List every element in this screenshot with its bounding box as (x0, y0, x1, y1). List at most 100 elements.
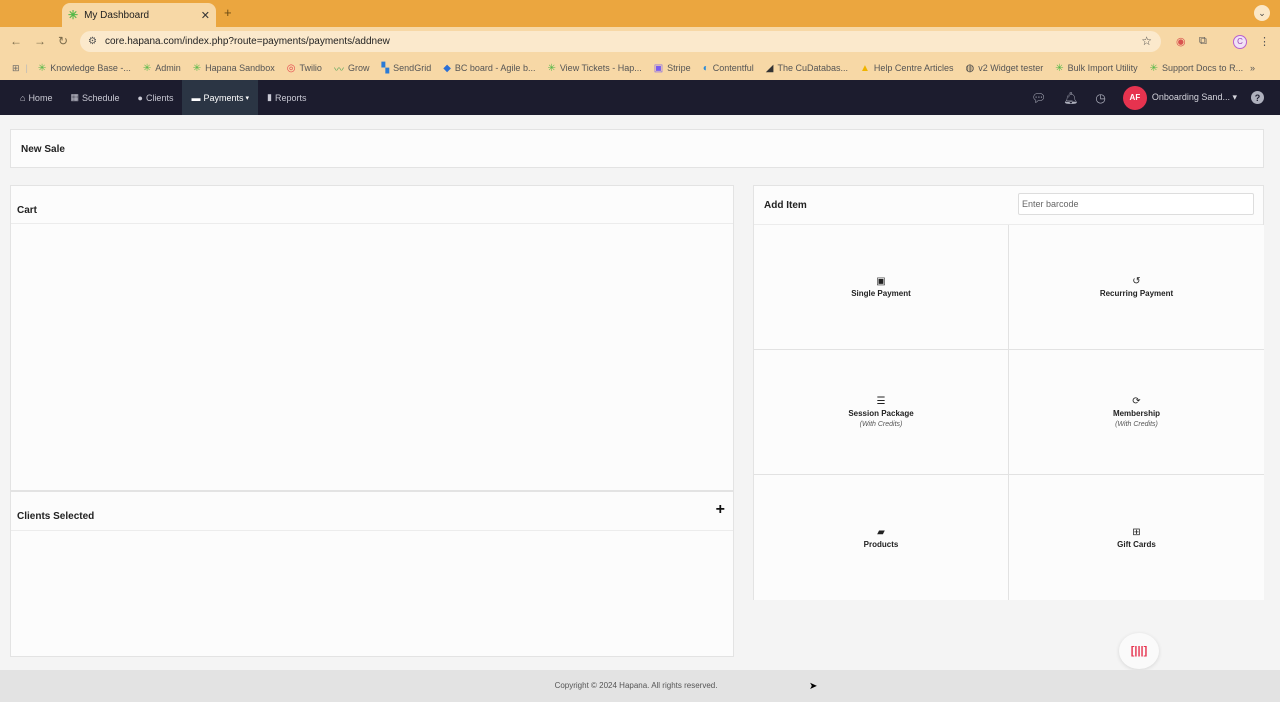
barcode-input[interactable] (1018, 193, 1254, 215)
account-menu[interactable]: Onboarding Sand... ▾ (1152, 92, 1237, 103)
clock-icon[interactable]: ◷ (1095, 91, 1105, 105)
page-title: New Sale (21, 144, 65, 155)
caret-down-icon: ▾ (1232, 92, 1237, 102)
more-bookmarks-button[interactable]: » (1250, 63, 1255, 73)
products-button[interactable]: ▰ Products (754, 475, 1009, 600)
contentful-icon: ◐ (702, 62, 709, 74)
bookmark-star-icon[interactable]: ☆ (1141, 34, 1152, 48)
kebab-menu-icon[interactable]: ⋮ (1259, 35, 1270, 48)
nav-reports[interactable]: ▮ Reports (258, 80, 315, 115)
add-client-icon[interactable]: + (716, 501, 725, 519)
hapana-favicon-icon: ✳ (68, 8, 79, 22)
bookmark-label: The CuDatabas... (777, 63, 849, 73)
help-icon[interactable]: ? (1251, 91, 1264, 104)
back-icon[interactable]: ← (10, 34, 22, 48)
bookmark-item[interactable]: ▣ Stripe (654, 63, 691, 74)
nav-clients[interactable]: ● Clients (129, 80, 183, 115)
bookmark-item[interactable]: ✳ Admin (143, 63, 181, 74)
nav-schedule[interactable]: ▦ Schedule (61, 80, 128, 115)
bookmark-label: Admin (155, 63, 181, 73)
bookmark-item[interactable]: ◎ Twilio (287, 63, 322, 74)
item-label: Single Payment (851, 289, 911, 298)
membership-button[interactable]: ⟳ Membership (With Credits) (1009, 350, 1264, 475)
hapana-icon: ✳ (142, 62, 152, 74)
clients-selected-title: Clients Selected (17, 511, 95, 522)
profile-icon[interactable]: C (1233, 35, 1247, 49)
session-package-button[interactable]: ☰ Session Package (With Credits) (754, 350, 1009, 475)
bookmark-item[interactable]: ◍ v2 Widget tester (965, 63, 1043, 74)
extension-icon[interactable]: ◉ (1176, 35, 1186, 48)
caret-down-icon: ▾ (245, 94, 249, 102)
close-tab-icon[interactable]: ✕ (201, 9, 210, 22)
cash-icon: ▣ (876, 276, 886, 287)
bookmark-item[interactable]: ▲ Help Centre Articles (860, 63, 953, 74)
globe-icon: ◍ (965, 62, 975, 74)
avatar[interactable]: AF (1122, 85, 1147, 110)
bookmark-item[interactable]: ◐ Contentful (703, 63, 754, 74)
reload-icon[interactable]: ↻ (58, 34, 68, 48)
bell-icon[interactable]: 🔔︎ (1063, 91, 1078, 105)
nav-label: Home (28, 92, 53, 103)
bar-chart-icon: ▮ (267, 92, 272, 102)
puzzle-icon[interactable]: ⧉ (1199, 35, 1207, 48)
recurring-payment-button[interactable]: ↺ Recurring Payment (1009, 225, 1264, 350)
refresh-icon: ⟳ (1132, 396, 1141, 407)
cart-title: Cart (17, 205, 38, 216)
barcode-scanner-icon[interactable]: [|||] (1119, 633, 1159, 669)
tab-search-icon[interactable]: ⌄ (1254, 5, 1270, 21)
payments-icon: ▬ (191, 92, 201, 103)
gift-cards-button[interactable]: ⊞ Gift Cards (1009, 475, 1264, 600)
browser-tab-bar: ✳ My Dashboard ✕ + ⌄ (0, 0, 1280, 27)
nav-label: Reports (274, 92, 307, 103)
item-type-grid: ▣ Single Payment ↺ Recurring Payment ☰ S… (754, 225, 1264, 600)
bookmark-item[interactable]: ◆ BC board - Agile b... (443, 63, 535, 74)
item-label: Recurring Payment (1099, 289, 1174, 298)
bookmark-item[interactable]: ◢ The CuDatabas... (766, 63, 848, 74)
site-info-icon[interactable]: ⚙ (88, 36, 97, 47)
jira-icon: ◆ (443, 62, 451, 74)
bookmark-item[interactable]: ✳ Bulk Import Utility (1055, 63, 1137, 74)
bookmark-item[interactable]: ✳ Hapana Sandbox (193, 63, 275, 74)
twilio-icon: ◎ (286, 62, 296, 74)
home-icon: ⌂ (20, 92, 26, 103)
new-sale-header: New Sale (10, 129, 1264, 168)
gift-icon: ⊞ (1132, 526, 1141, 538)
calendar-icon: ▦ (70, 92, 79, 102)
clients-selected-panel: Clients Selected + (10, 491, 734, 657)
briefcase-icon: ▰ (877, 526, 885, 538)
add-item-panel: Add Item ▣ Single Payment ↺ Recurring Pa… (753, 185, 1264, 600)
notion-icon: ◢ (765, 62, 774, 74)
nav-home[interactable]: ⌂ Home (11, 80, 61, 115)
address-bar[interactable]: ⚙ core.hapana.com/index.php?route=paymen… (80, 31, 1161, 52)
nav-label: Schedule (81, 92, 120, 103)
nav-label: Payments (203, 92, 244, 103)
bookmark-item[interactable]: ✳ Knowledge Base -... (38, 63, 131, 74)
browser-toolbar: ← → ↻ ⚙ core.hapana.com/index.php?route=… (0, 27, 1280, 56)
bookmark-label: Contentful (712, 63, 754, 73)
hapana-icon: ✳ (1055, 62, 1064, 74)
apps-grid-icon[interactable]: ⊞ (12, 63, 20, 74)
bookmark-item[interactable]: 〰 Grow (334, 61, 370, 76)
app-navbar: ⌂ Home ▦ Schedule ● Clients ▬ Payments ▾… (0, 80, 1280, 115)
nav-label: Clients (145, 92, 174, 103)
bookmark-item[interactable]: ✳ Support Docs to R... (1150, 63, 1243, 74)
bookmark-label: Twilio (299, 63, 322, 73)
nav-payments[interactable]: ▬ Payments ▾ (182, 80, 258, 115)
cart-panel: Cart (10, 185, 734, 491)
cart-header: Cart (11, 186, 733, 224)
bookmark-item[interactable]: ✳ View Tickets - Hap... (547, 63, 641, 74)
copyright-text: Copyright © 2024 Hapana. All rights rese… (554, 681, 718, 690)
clients-selected-header: Clients Selected + (11, 492, 733, 531)
forward-icon[interactable]: → (34, 34, 46, 48)
chat-icon[interactable]: 💬︎ (1031, 91, 1046, 105)
bookmark-label: v2 Widget tester (978, 63, 1044, 73)
stripe-icon: ▣ (653, 62, 664, 74)
bookmark-item[interactable]: ▚ SendGrid (381, 63, 431, 74)
single-payment-button[interactable]: ▣ Single Payment (754, 225, 1009, 350)
browser-tab[interactable]: ✳ My Dashboard ✕ (62, 3, 216, 27)
new-tab-button[interactable]: + (224, 5, 232, 20)
user-icon: ● (137, 92, 143, 103)
sendgrid-icon: ▚ (381, 62, 390, 74)
mouse-cursor-icon: ➤ (809, 681, 818, 692)
undo-icon: ↺ (1132, 276, 1141, 287)
